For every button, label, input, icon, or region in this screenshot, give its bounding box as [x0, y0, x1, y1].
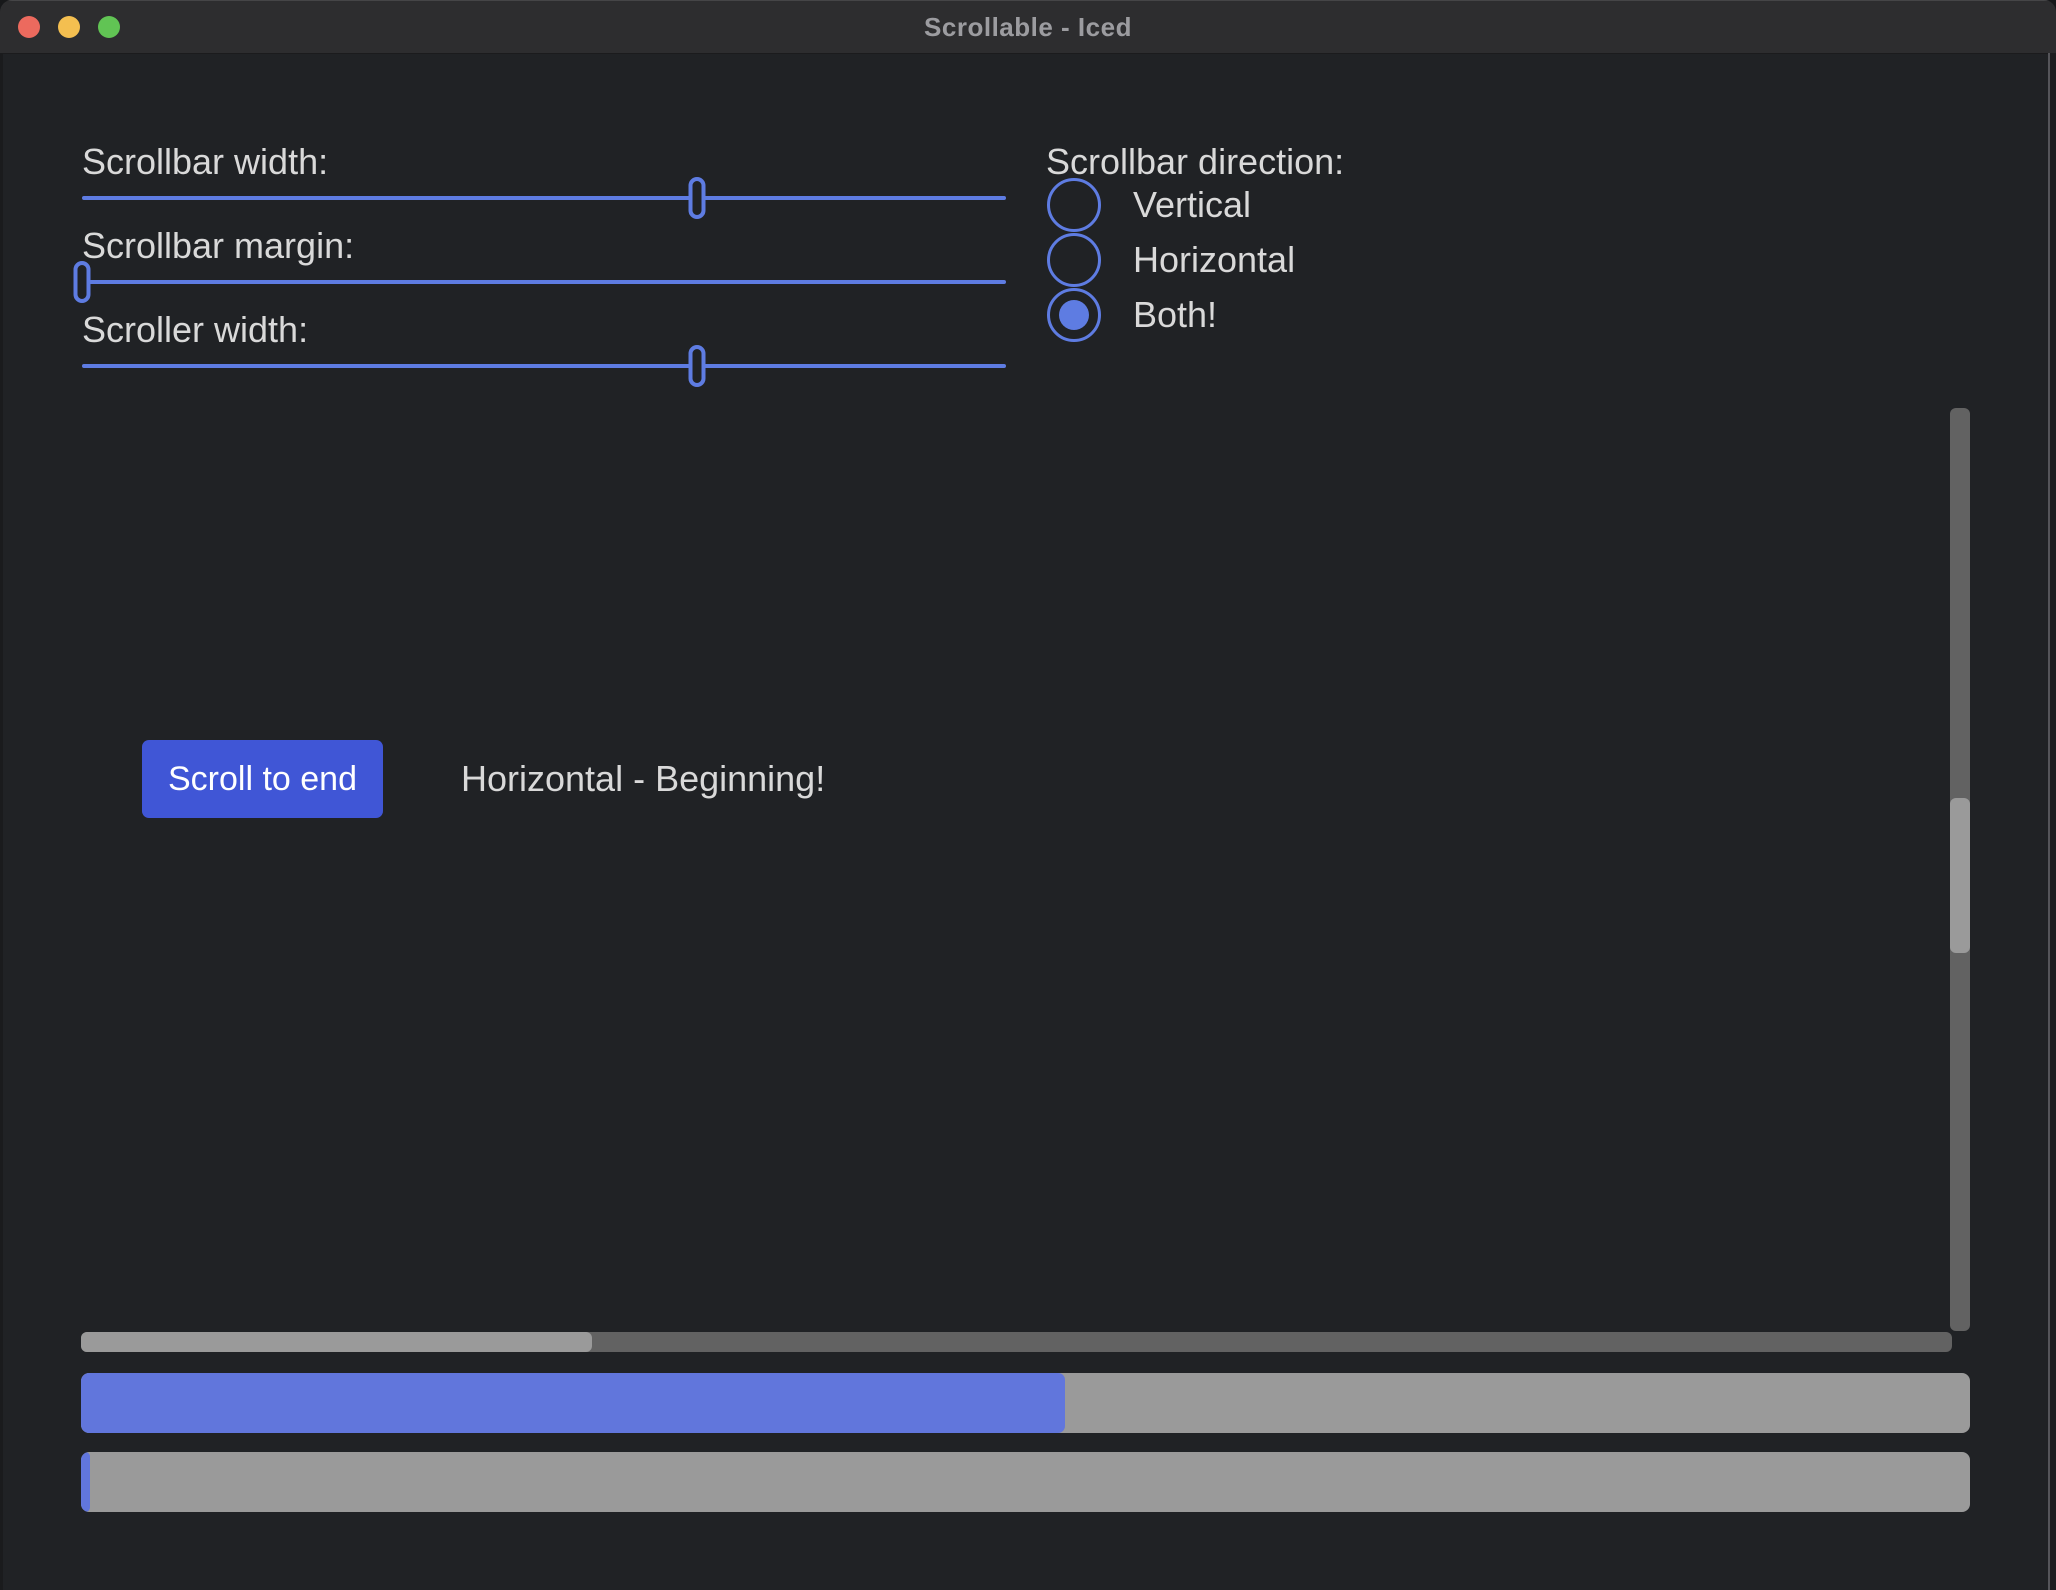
- radio-circle-icon: [1047, 288, 1101, 342]
- radio-circle-icon: [1047, 178, 1101, 232]
- horizontal-scrollbar-track[interactable]: [81, 1332, 1952, 1352]
- horizontal-scrollbar-thumb[interactable]: [81, 1332, 592, 1352]
- radio-circle-icon: [1047, 233, 1101, 287]
- window-right-edge: [2048, 53, 2056, 1590]
- slider-scrollbar-width[interactable]: [82, 177, 1006, 219]
- slider-scrollbar-margin[interactable]: [82, 261, 1006, 303]
- radio-label: Both!: [1133, 294, 1217, 336]
- horizontal-progress-fill: [81, 1373, 1065, 1433]
- radio-label: Vertical: [1133, 184, 1251, 226]
- radio-dot: [1059, 300, 1089, 330]
- slider-rail: [82, 364, 1006, 368]
- vertical-progress-fill: [81, 1452, 90, 1512]
- titlebar: Scrollable - Iced: [0, 0, 2056, 54]
- vertical-scrollbar-thumb[interactable]: [1950, 798, 1970, 953]
- radio-option-both[interactable]: Both!: [1047, 288, 1217, 342]
- radio-option-vertical[interactable]: Vertical: [1047, 178, 1251, 232]
- slider-rail: [82, 280, 1006, 284]
- app-window: Scrollable - Iced Scrollbar width: Scrol…: [0, 0, 2056, 1590]
- slider-handle[interactable]: [689, 345, 706, 387]
- radio-option-horizontal[interactable]: Horizontal: [1047, 233, 1295, 287]
- radio-label: Horizontal: [1133, 239, 1295, 281]
- slider-handle[interactable]: [74, 261, 91, 303]
- window-title: Scrollable - Iced: [0, 0, 2056, 53]
- horizontal-progress-bar: [81, 1373, 1970, 1433]
- scroll-to-end-button[interactable]: Scroll to end: [142, 740, 383, 818]
- slider-scroller-width[interactable]: [82, 345, 1006, 387]
- scroll-status-text: Horizontal - Beginning!: [461, 740, 825, 818]
- slider-rail: [82, 196, 1006, 200]
- window-left-edge: [0, 53, 3, 1590]
- vertical-scrollbar-track[interactable]: [1950, 408, 1970, 1331]
- slider-handle[interactable]: [689, 177, 706, 219]
- vertical-progress-bar: [81, 1452, 1970, 1512]
